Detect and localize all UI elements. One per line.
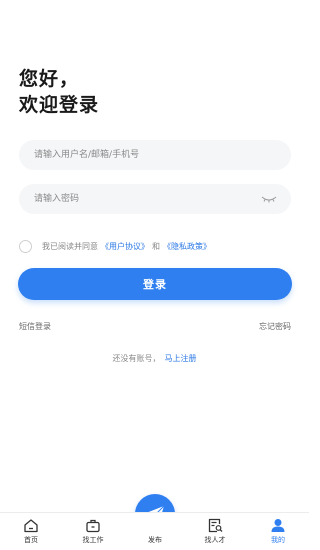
tab-jobs-label: 找工作 — [82, 536, 104, 544]
agreement-row: 我已阅读并同意 《用户协议》 和 《隐私政策》 — [19, 240, 211, 253]
greeting-line-welcome: 欢迎登录 — [19, 94, 100, 116]
tab-jobs[interactable]: 找工作 — [68, 516, 118, 545]
home-icon — [24, 518, 38, 532]
register-prompt: 还没有账号， — [112, 354, 161, 363]
briefcase-icon — [86, 519, 100, 532]
user-icon — [271, 518, 285, 532]
password-field[interactable] — [19, 184, 291, 214]
username-field[interactable] — [19, 140, 291, 170]
forgot-password-link[interactable]: 忘记密码 — [259, 321, 291, 332]
username-input[interactable] — [34, 140, 277, 170]
agreement-and: 和 — [152, 242, 160, 251]
resume-search-icon — [208, 518, 223, 532]
tab-talent[interactable]: 找人才 — [190, 516, 240, 545]
user-agreement-link[interactable]: 《用户协议》 — [101, 241, 149, 252]
sms-login-link[interactable]: 短信登录 — [19, 321, 51, 332]
password-input[interactable] — [34, 184, 261, 214]
login-button[interactable]: 登录 — [18, 268, 292, 300]
tab-talent-label: 找人才 — [204, 536, 226, 544]
tab-mine[interactable]: 我的 — [253, 516, 303, 545]
greeting-title: 您好， 欢迎登录 — [19, 66, 99, 118]
privacy-policy-link[interactable]: 《隐私政策》 — [163, 241, 211, 252]
register-link[interactable]: 马上注册 — [165, 354, 197, 363]
bottom-tab-bar: 首页 找工作 发布 找人才 我的 — [0, 512, 309, 550]
tab-mine-label: 我的 — [271, 536, 285, 544]
tab-publish[interactable]: 发布 — [130, 535, 180, 545]
tab-home[interactable]: 首页 — [6, 516, 56, 545]
greeting-line-hello: 您好， — [19, 68, 80, 90]
register-row: 还没有账号， 马上注册 — [0, 353, 309, 364]
agreement-checkbox[interactable] — [19, 240, 32, 253]
agreement-prefix: 我已阅读并同意 — [42, 242, 98, 251]
tab-home-label: 首页 — [24, 536, 38, 544]
tab-publish-label: 发布 — [148, 536, 162, 544]
eye-closed-icon[interactable] — [261, 194, 277, 204]
